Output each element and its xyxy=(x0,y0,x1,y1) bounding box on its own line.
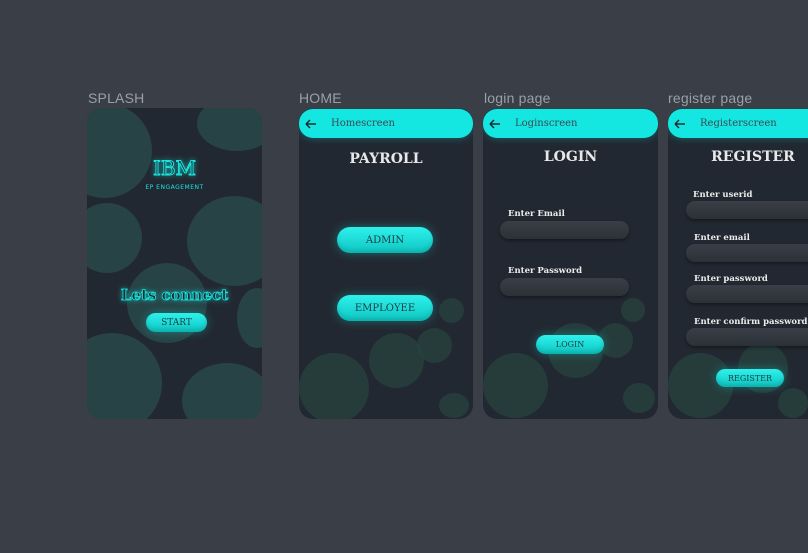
home-screen: Homescreen PAYROLL ADMIN EMPLOYEE xyxy=(299,108,473,419)
home-appbar-title: Homescreen xyxy=(331,118,395,129)
splash-screen: IBM EP ENGAGEMENT Lets connect START xyxy=(87,108,262,419)
login-appbar-title: Loginscreen xyxy=(515,118,578,129)
arrow-left-icon[interactable] xyxy=(674,119,686,129)
arrow-left-icon[interactable] xyxy=(489,119,501,129)
home-frame-label: HOME xyxy=(299,90,342,106)
register-screen: Registerscreen REGISTER Enter userid Ent… xyxy=(668,108,808,419)
register-appbar-title: Registerscreen xyxy=(700,118,777,129)
admin-button[interactable]: ADMIN xyxy=(337,227,433,253)
confirm-password-label: Enter confirm password xyxy=(694,317,808,327)
login-title: LOGIN xyxy=(543,149,598,165)
register-appbar: Registerscreen xyxy=(668,109,808,138)
splash-headline: Lets connect xyxy=(120,286,229,305)
decor-bubble xyxy=(621,298,645,322)
decor-bubble xyxy=(182,363,262,419)
decor-bubble xyxy=(299,353,369,419)
decor-bubble xyxy=(778,388,808,418)
register-button[interactable]: REGISTER xyxy=(716,369,784,387)
password-label: Enter Password xyxy=(508,266,583,276)
decor-bubble xyxy=(187,196,262,286)
splash-frame-label: SPLASH xyxy=(88,90,145,106)
decor-bubble xyxy=(417,328,452,363)
login-button[interactable]: LOGIN xyxy=(536,335,604,354)
login-frame-label: login page xyxy=(484,90,551,106)
employee-button[interactable]: EMPLOYEE xyxy=(337,295,433,321)
register-email-field[interactable] xyxy=(686,244,808,262)
decor-bubble xyxy=(483,353,548,418)
email-field[interactable] xyxy=(500,221,629,239)
register-title: REGISTER xyxy=(711,149,795,165)
decor-bubble xyxy=(369,333,424,388)
login-appbar: Loginscreen xyxy=(483,109,658,138)
decor-bubble xyxy=(439,298,464,323)
register-email-label: Enter email xyxy=(694,233,750,243)
confirm-password-field[interactable] xyxy=(686,328,808,346)
decor-bubble xyxy=(87,333,162,419)
arrow-left-icon[interactable] xyxy=(305,119,317,129)
start-button[interactable]: START xyxy=(146,313,207,332)
ibm-logo-subtitle: EP ENGAGEMENT xyxy=(145,184,204,191)
register-password-label: Enter password xyxy=(694,274,768,284)
ibm-logo: IBM xyxy=(152,156,197,181)
userid-field[interactable] xyxy=(686,201,808,219)
login-screen: Loginscreen LOGIN Enter Email Enter Pass… xyxy=(483,108,658,419)
decor-bubble xyxy=(439,393,469,418)
userid-label: Enter userid xyxy=(693,190,753,200)
decor-bubble xyxy=(623,383,655,413)
home-title: PAYROLL xyxy=(349,151,423,167)
register-password-field[interactable] xyxy=(686,285,808,303)
decor-bubble xyxy=(197,108,262,151)
register-frame-label: register page xyxy=(668,90,753,106)
decor-bubble xyxy=(87,203,142,273)
home-appbar: Homescreen xyxy=(299,109,473,138)
password-field[interactable] xyxy=(500,278,629,296)
email-label: Enter Email xyxy=(508,209,565,219)
